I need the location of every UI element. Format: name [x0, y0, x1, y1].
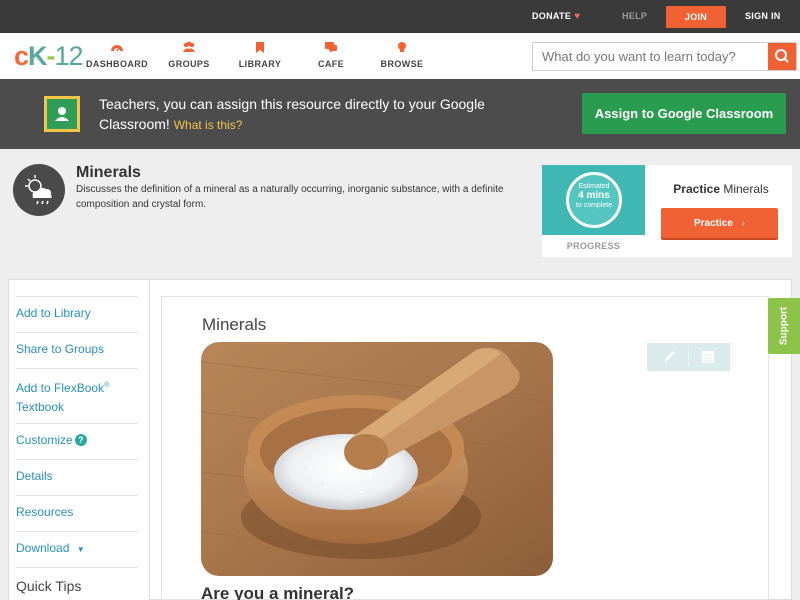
- search-box: [532, 42, 797, 71]
- help-link[interactable]: HELP: [622, 0, 647, 33]
- nav-dashboard[interactable]: DASHBOARD: [82, 40, 152, 69]
- sidebar-customize[interactable]: Customize?: [16, 431, 138, 450]
- sign-in-link[interactable]: SIGN IN: [745, 0, 781, 33]
- sidebar-divider: [16, 567, 138, 568]
- add-flexbook-label: Add to FlexBook: [16, 381, 105, 395]
- to-complete-label: to complete: [575, 202, 613, 209]
- dashboard-icon: [111, 45, 123, 52]
- sidebar-add-to-flexbook[interactable]: Add to FlexBook® Textbook: [16, 376, 138, 417]
- what-is-this-link[interactable]: What is this?: [174, 118, 243, 132]
- sidebar-divider: [16, 531, 138, 532]
- nav-browse[interactable]: BROWSE: [367, 40, 437, 69]
- support-label: Support: [778, 306, 790, 346]
- practice-button-label: Practice: [693, 217, 733, 229]
- sidebar-divider: [16, 332, 138, 333]
- classroom-person-icon: [55, 107, 69, 121]
- concept-description: Discusses the definition of a mineral as…: [76, 184, 504, 210]
- chevron-right-icon: ›: [741, 217, 746, 229]
- sidebar-divider: [16, 423, 138, 424]
- content-tools: [647, 343, 730, 371]
- weather-icon: [13, 164, 65, 216]
- library-icon: [256, 42, 264, 53]
- caret-down-icon: ▼: [76, 545, 85, 554]
- mortar-pestle-salt-image: [201, 342, 553, 576]
- top-bar: DONATE ♥ HELP JOIN SIGN IN: [0, 0, 800, 33]
- support-tab[interactable]: Support: [768, 298, 800, 354]
- sidebar-divider: [16, 296, 138, 297]
- nav-library[interactable]: LIBRARY: [225, 40, 295, 69]
- cafe-icon: [325, 42, 337, 53]
- cloud-sun-icon: [25, 175, 52, 205]
- search-input[interactable]: [533, 43, 767, 70]
- nav-groups-label: GROUPS: [168, 59, 210, 69]
- join-button[interactable]: JOIN: [666, 6, 726, 28]
- mortar-pestle-photo: [201, 342, 553, 576]
- nav-cafe-label: CAFE: [317, 59, 345, 69]
- ck12-logo[interactable]: cK-12: [14, 41, 84, 71]
- sidebar-divider: [16, 368, 138, 369]
- tools-divider: [688, 348, 689, 366]
- sidebar-details[interactable]: Details: [16, 467, 138, 486]
- practice-thumbnail[interactable]: Estimated 4 mins to complete: [542, 165, 645, 235]
- logo-c: c: [14, 41, 29, 71]
- search-icon: [775, 49, 789, 63]
- concept-title: Minerals: [76, 164, 141, 181]
- sidebar-share-to-groups[interactable]: Share to Groups: [16, 340, 138, 359]
- sidebar-divider: [16, 495, 138, 496]
- logo-num: 12: [54, 41, 84, 71]
- practice-title-topic: Minerals: [723, 182, 769, 196]
- practice-title: Practice Minerals: [653, 182, 789, 196]
- heart-icon: ♥: [574, 11, 581, 22]
- nav-library-label: LIBRARY: [238, 59, 282, 69]
- nav-cafe[interactable]: CAFE: [296, 40, 366, 69]
- content-title: Minerals: [202, 315, 267, 334]
- customize-label: Customize: [16, 433, 73, 447]
- practice-title-bold: Practice: [673, 182, 720, 196]
- logo-k: K: [28, 41, 47, 71]
- content-subheading: Are you a mineral?: [201, 584, 355, 600]
- sidebar-add-to-library[interactable]: Add to Library: [16, 304, 138, 323]
- search-button[interactable]: [768, 43, 796, 70]
- pencil-icon[interactable]: [662, 349, 676, 365]
- time-estimate: Estimated 4 mins to complete: [566, 182, 622, 210]
- assign-google-classroom-button[interactable]: Assign to Google Classroom: [582, 93, 786, 134]
- sidebar-resources[interactable]: Resources: [16, 503, 138, 522]
- google-classroom-text: Teachers, you can assign this resource d…: [99, 94, 559, 135]
- estimated-label: Estimated: [578, 183, 610, 190]
- groups-icon: [183, 41, 195, 52]
- help-icon[interactable]: ?: [74, 434, 87, 446]
- google-classroom-icon: [44, 96, 80, 132]
- nav-browse-label: BROWSE: [380, 59, 424, 69]
- download-label: Download: [16, 541, 70, 555]
- registered-mark: ®: [104, 382, 110, 389]
- donate-label: DONATE: [532, 11, 572, 21]
- progress-label: PROGRESS: [566, 241, 621, 251]
- nav-dashboard-label: DASHBOARD: [85, 59, 149, 69]
- donate-link[interactable]: DONATE ♥: [532, 0, 580, 33]
- quick-tips-heading: Quick Tips: [16, 578, 82, 594]
- sidebar-divider: [16, 459, 138, 460]
- lightbulb-icon: [398, 42, 406, 52]
- estimated-minutes: 4 mins: [578, 190, 610, 201]
- textbook-label: Textbook: [16, 400, 65, 414]
- practice-button[interactable]: Practice ›: [661, 208, 778, 238]
- banner-message: Teachers, you can assign this resource d…: [99, 96, 485, 132]
- sidebar-download[interactable]: Download ▼: [16, 539, 138, 559]
- logo-dash: -: [46, 41, 56, 71]
- notes-icon[interactable]: [701, 349, 715, 365]
- nav-groups[interactable]: GROUPS: [154, 40, 224, 69]
